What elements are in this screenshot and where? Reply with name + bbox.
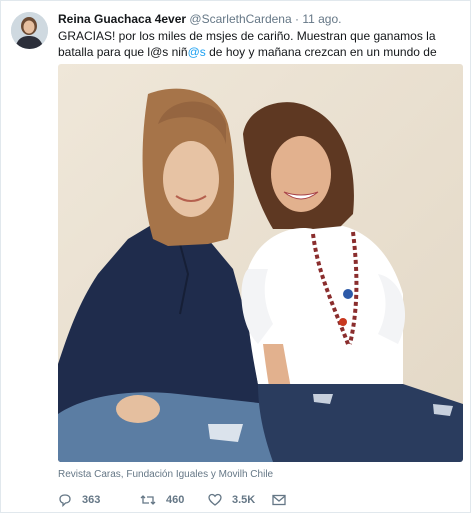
photo-illustration [58,64,463,462]
like-button[interactable]: 3.5K [208,493,272,507]
tweet-actions: 363 460 3.5K [58,491,286,509]
direct-message-button[interactable] [272,494,286,506]
tweet-photo[interactable] [58,64,463,462]
tweet-card: Reina Guachaca 4ever @ScarlethCardena · … [0,0,471,513]
photo-caption[interactable]: Revista Caras, Fundación Iguales y Movil… [58,469,273,480]
reply-icon [59,494,71,507]
like-count: 3.5K [232,494,256,506]
tweet-date[interactable]: 11 ago. [302,12,341,26]
avatar-image [11,12,48,49]
tweet-header: Reina Guachaca 4ever @ScarlethCardena · … [58,12,342,26]
separator-dot: · [295,12,299,26]
author-name[interactable]: Reina Guachaca 4ever [58,12,186,26]
envelope-icon [272,494,286,506]
tweet-mention-link[interactable]: @s [188,45,206,59]
heart-icon [208,493,222,506]
avatar[interactable] [11,12,48,49]
retweet-button[interactable]: 460 [140,493,208,507]
reply-button[interactable]: 363 [58,493,140,507]
retweet-count: 460 [166,494,185,506]
retweet-icon [140,495,156,505]
author-handle[interactable]: @ScarlethCardena [189,12,291,26]
reply-count: 363 [82,494,101,506]
